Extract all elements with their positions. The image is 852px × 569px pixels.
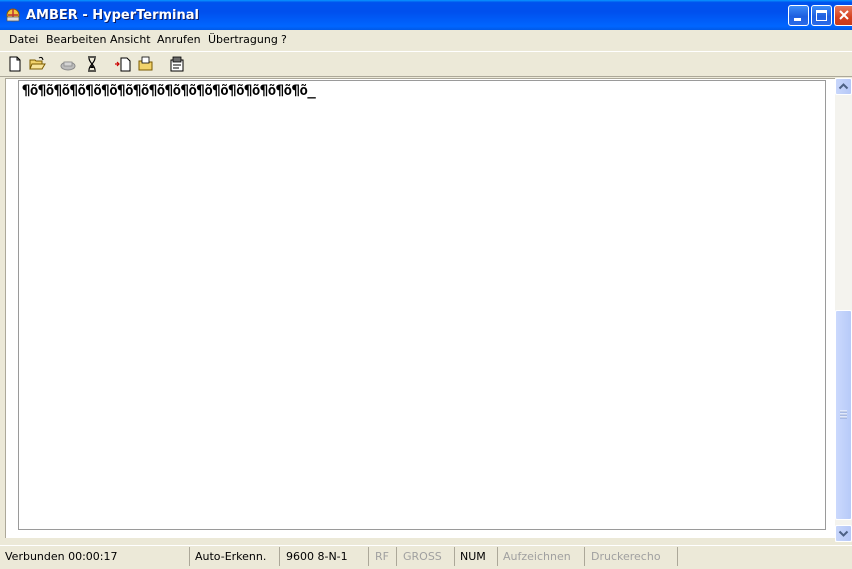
open-folder-icon[interactable]	[28, 55, 46, 73]
scroll-thumb[interactable]	[835, 310, 852, 520]
hyperterminal-app-icon	[6, 8, 20, 22]
status-caps-lock: GROSS	[399, 547, 455, 566]
title-bar[interactable]: AMBER - HyperTerminal	[0, 0, 852, 30]
grip-icon	[840, 410, 847, 419]
close-button[interactable]	[834, 5, 852, 26]
send-icon[interactable]	[114, 55, 132, 73]
maximize-button[interactable]	[811, 5, 832, 26]
minimize-icon	[794, 18, 801, 21]
menu-bar: Datei Bearbeiten Ansicht Anrufen Übertra…	[0, 30, 852, 50]
menu-bearbeiten[interactable]: Bearbeiten	[46, 33, 106, 46]
arrow-up-icon	[838, 83, 849, 90]
scroll-down-button[interactable]	[835, 525, 852, 542]
status-connection-time: Verbunden 00:00:17	[2, 547, 190, 566]
arrow-down-icon	[838, 530, 849, 537]
terminal-screen[interactable]: ¶õ¶õ¶õ¶õ¶õ¶õ¶õ¶õ¶õ¶õ¶õ¶õ¶õ¶õ¶õ¶õ¶õ¶õ_	[18, 80, 826, 530]
maximize-icon	[816, 10, 827, 21]
status-bar: Verbunden 00:00:17 Auto-Erkenn. 9600 8-N…	[0, 545, 852, 569]
toolbar-divider	[0, 76, 852, 77]
vertical-scrollbar[interactable]	[835, 78, 852, 542]
menu-ansicht[interactable]: Ansicht	[110, 33, 151, 46]
scroll-up-button[interactable]	[835, 78, 852, 95]
call-icon[interactable]	[59, 55, 77, 73]
receive-icon[interactable]	[137, 55, 155, 73]
menu-help[interactable]: ?	[281, 33, 287, 46]
status-port-settings: 9600 8-N-1	[282, 547, 369, 566]
menu-datei[interactable]: Datei	[9, 33, 38, 46]
status-num-lock: NUM	[456, 547, 498, 566]
menu-uebertragung[interactable]: Übertragung	[208, 33, 278, 46]
disconnect-icon[interactable]	[83, 55, 101, 73]
menu-anrufen[interactable]: Anrufen	[157, 33, 201, 46]
status-printer-echo: Druckerecho	[587, 547, 678, 566]
new-file-icon[interactable]	[6, 55, 24, 73]
minimize-button[interactable]	[788, 5, 809, 26]
window-title: AMBER - HyperTerminal	[26, 8, 199, 23]
close-icon	[839, 10, 849, 20]
status-capture: Aufzeichnen	[499, 547, 585, 566]
status-scroll-lock: RF	[371, 547, 397, 566]
status-auto-detect: Auto-Erkenn.	[191, 547, 280, 566]
properties-icon[interactable]	[168, 55, 186, 73]
toolbar	[0, 51, 852, 77]
terminal-output: ¶õ¶õ¶õ¶õ¶õ¶õ¶õ¶õ¶õ¶õ¶õ¶õ¶õ¶õ¶õ¶õ¶õ¶õ_	[22, 83, 316, 99]
